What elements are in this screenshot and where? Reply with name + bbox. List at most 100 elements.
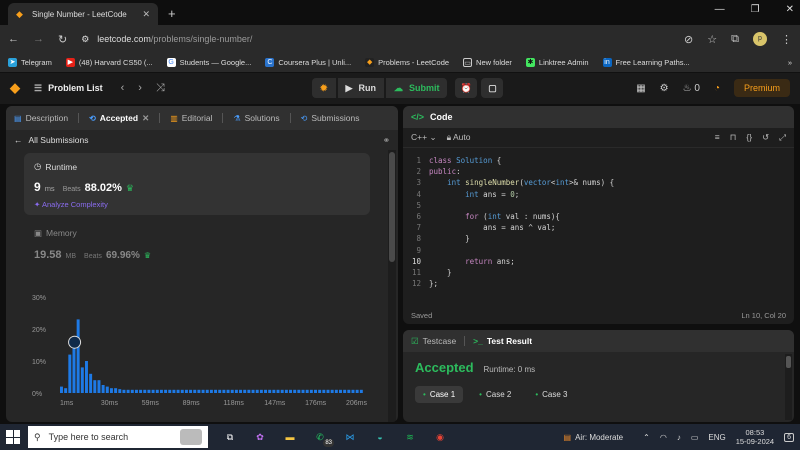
reset-icon[interactable]: ↺ [762,132,769,143]
bookmark-google[interactable]: G Students — Google... [166,58,251,67]
chart-bar[interactable] [114,388,118,393]
braces-icon[interactable]: {} [746,132,752,143]
memory-section[interactable]: ▣ Memory 19.58 MB Beats 69.96% ♛ [34,228,151,261]
problem-list-button[interactable]: ☰ Problem List [34,83,103,94]
chart-bar[interactable] [289,389,293,393]
chart-bar[interactable] [214,389,218,393]
maximize-icon[interactable]: ❐ [751,4,760,15]
chart-bar[interactable] [143,389,147,393]
chart-bar[interactable] [89,373,93,393]
clock[interactable]: 08:53 15-09-2024 [736,428,774,446]
bookmark-leetcode[interactable]: ◆ Problems - LeetCode [365,58,449,67]
next-problem-icon[interactable]: › [138,82,142,95]
analyze-complexity-link[interactable]: ✦ Analyze Complexity [34,200,360,209]
chart-bar[interactable] [84,361,88,393]
copilot-icon[interactable]: ✿ [252,429,268,445]
tab-description[interactable]: ▤ Description [14,113,68,123]
reload-icon[interactable]: ↻ [58,33,67,46]
chart-bar[interactable] [251,389,255,393]
chart-bar[interactable] [151,389,155,393]
chart-bar[interactable] [305,389,309,393]
eye-off-icon[interactable]: ⊘ [684,33,693,46]
tab-submissions[interactable]: ⟲ Submissions [301,113,360,123]
new-tab-icon[interactable]: + [168,6,176,21]
prev-problem-icon[interactable]: ‹ [121,82,125,95]
chart-bar[interactable] [64,388,68,393]
chart-bar[interactable] [343,389,347,393]
chart-bar[interactable] [218,389,222,393]
chart-bar[interactable] [309,389,313,393]
chart-bar[interactable] [72,348,76,393]
shuffle-icon[interactable]: ⤨ [156,82,165,95]
case-1-tab[interactable]: • Case 1 [415,386,464,403]
chart-bar[interactable] [105,386,109,393]
forward-icon[interactable]: → [33,33,44,45]
chart-bar[interactable] [68,354,72,393]
chart-bar[interactable] [60,386,63,393]
chart-bar[interactable] [101,385,105,393]
notes-button[interactable]: ▢ [481,78,504,98]
chart-bar[interactable] [164,389,168,393]
volume-icon[interactable]: ♪ [677,433,681,442]
chart-bar[interactable] [264,389,268,393]
debug-button[interactable]: ✹ [312,78,336,98]
chart-bar[interactable] [230,389,234,393]
chart-bar[interactable] [276,389,280,393]
tab-accepted[interactable]: ⟲ Accepted ✕ [89,113,149,124]
chart-bar[interactable] [318,389,322,393]
chart-bar[interactable] [209,389,213,393]
url-field[interactable]: ⚙ leetcode.com/problems/single-number/ [81,29,671,49]
chart-bar[interactable] [205,389,209,393]
windows-start-icon[interactable] [6,430,20,444]
minimize-icon[interactable]: — [715,4,725,15]
chart-bar[interactable] [159,389,163,393]
language-indicator[interactable]: ENG [708,433,725,442]
chart-bar[interactable] [172,389,176,393]
file-explorer-icon[interactable]: ▬ [282,429,298,445]
bookmark-linktree[interactable]: ✱ Linktree Admin [525,58,589,67]
left-scrollbar[interactable] [388,150,396,422]
chart-bar[interactable] [297,389,301,393]
chart-bar[interactable] [184,389,188,393]
bookmark-linkedin[interactable]: in Free Learning Paths... [602,58,690,67]
layout-icon[interactable]: ▦ [636,83,645,94]
case-2-tab[interactable]: • Case 2 [471,386,519,403]
notification-icon[interactable]: 6 [784,432,794,442]
chart-bar[interactable] [280,389,284,393]
link-icon[interactable]: ⚭ [383,135,390,146]
bookmark-folder[interactable]: ▭ New folder [463,58,512,67]
bookmark-harvard[interactable]: ▶ (48) Harvard CS50 (... [65,58,153,67]
premium-button[interactable]: Premium [733,79,790,97]
chart-bar[interactable] [326,389,330,393]
browser-tab[interactable]: ◆ Single Number - LeetCode ✕ [8,3,158,25]
vscode-icon[interactable]: ⋈ [342,429,358,445]
timer-button[interactable]: ⏰ [455,78,478,98]
tab-solutions[interactable]: ⚗ Solutions [233,113,279,123]
chart-bar[interactable] [93,380,97,393]
chart-bar[interactable] [189,389,193,393]
task-view-icon[interactable]: ⧉ [222,429,238,445]
whatsapp-icon[interactable]: ✆ 83 [312,429,334,447]
chart-bar[interactable] [322,389,326,393]
chart-bar[interactable] [180,389,184,393]
chart-bar[interactable] [197,389,201,393]
chart-bar[interactable] [339,389,342,393]
avatar[interactable]: p [753,32,767,46]
chart-bar[interactable] [272,389,276,393]
chart-bar[interactable] [293,389,297,393]
chart-bar[interactable] [351,389,355,393]
chart-bar[interactable] [330,389,334,393]
chart-bar[interactable] [226,389,230,393]
star-icon[interactable]: ☆ [707,33,717,46]
submit-button[interactable]: ☁ Submit [385,78,448,98]
chart-bar[interactable] [247,389,251,393]
bookmark-icon[interactable]: ⊓ [730,132,737,143]
your-submission-marker[interactable] [68,335,82,349]
language-select[interactable]: C++ ⌄ [411,132,437,143]
close-window-icon[interactable]: ✕ [786,4,794,15]
chart-bar[interactable] [301,389,305,393]
chart-bar[interactable] [193,389,197,393]
chart-bar[interactable] [234,389,238,393]
chart-bar[interactable] [222,389,226,393]
chevron-up-icon[interactable]: ⌃ [643,433,650,442]
